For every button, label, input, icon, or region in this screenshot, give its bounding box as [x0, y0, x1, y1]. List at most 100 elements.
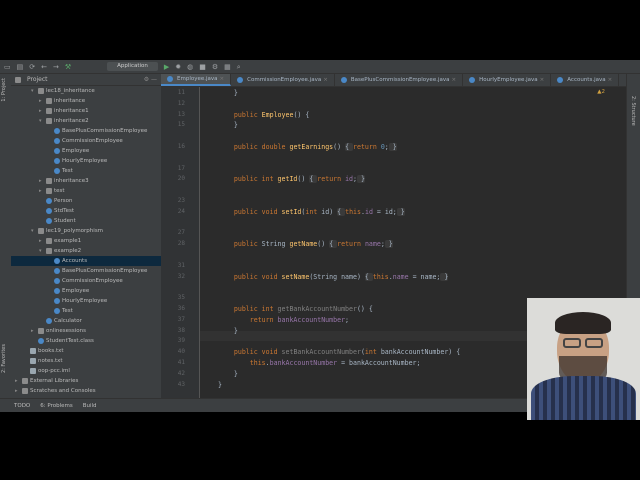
project-structure-icon[interactable]: ▦	[224, 63, 231, 71]
structure-tool-tab[interactable]: 2: Structure	[630, 96, 636, 126]
problems-tab[interactable]: 6: Problems	[40, 403, 72, 409]
close-icon[interactable]: ×	[451, 74, 456, 86]
editor-tab[interactable]: CommissionEmployee.java ×	[231, 74, 335, 86]
editor-tab[interactable]: Employee.java ×	[161, 73, 232, 86]
tree-item[interactable]: HourlyEmployee	[11, 296, 161, 306]
project-tool-tab[interactable]: 1: Project	[1, 78, 7, 102]
tree-item[interactable]: ▸ inheritance3	[11, 176, 161, 186]
folder-icon	[46, 97, 52, 104]
editor-tab[interactable]: Accounts.java ×	[551, 74, 620, 86]
tree-item[interactable]: ▸ example1	[11, 236, 161, 246]
tree-item[interactable]: ▸ inheritance1	[11, 106, 161, 116]
code-line: public double getEarnings() { return 0; …	[218, 143, 397, 151]
todo-tab[interactable]: TODO	[14, 403, 30, 409]
editor-tab-label: Employee.java	[177, 76, 218, 82]
tree-item[interactable]: ▸ onlinesessions	[11, 326, 161, 336]
chevron-right-icon[interactable]: ▸	[15, 376, 22, 386]
chevron-right-icon[interactable]: ▸	[31, 326, 38, 336]
chevron-right-icon[interactable]: ▸	[39, 106, 46, 116]
chevron-right-icon[interactable]: ▸	[15, 386, 22, 396]
stop-icon[interactable]: ■	[199, 63, 206, 71]
tree-item-label: BasePlusCommissionEmployee	[62, 128, 148, 134]
tree-item-label: example2	[54, 248, 82, 254]
tree-item[interactable]: StudentTest.class	[11, 336, 161, 346]
tree-item[interactable]: Test	[11, 306, 161, 316]
code-token: ;	[345, 315, 350, 324]
close-icon[interactable]: ×	[323, 74, 328, 86]
search-icon[interactable]: ⌕	[237, 63, 241, 71]
tree-item[interactable]: Student	[11, 216, 161, 226]
code-token: this	[218, 359, 266, 367]
code-token: }	[218, 121, 238, 130]
code-token: = id;	[372, 207, 397, 216]
folder-icon	[22, 387, 28, 394]
editor-tab[interactable]: BasePlusCommissionEmployee.java ×	[335, 74, 464, 86]
tree-item[interactable]: CommissionEmployee	[11, 276, 161, 286]
code-line: public void setName(String name) { this.…	[218, 272, 449, 281]
chevron-right-icon[interactable]: ▸	[39, 186, 46, 196]
chevron-down-icon[interactable]: ▾	[31, 226, 38, 236]
coverage-icon[interactable]: ◍	[187, 63, 193, 71]
tree-item[interactable]: CommissionEmployee	[11, 136, 161, 146]
tree-item[interactable]: books.txt	[11, 346, 161, 356]
tree-item[interactable]: ▸ inheritance	[11, 96, 161, 106]
folder-icon	[46, 117, 52, 124]
favorites-tool-tab[interactable]: 2: Favorites	[1, 344, 7, 373]
warnings-indicator[interactable]: ▲2	[597, 89, 605, 95]
code-token: }	[218, 89, 238, 97]
tree-item[interactable]: Employee	[11, 286, 161, 296]
panel-options-icon[interactable]: ⚙ —	[144, 76, 157, 83]
forward-arrow-icon[interactable]: →	[53, 63, 59, 71]
tree-item[interactable]: ▾ lec19_polymorphism	[11, 226, 161, 236]
tree-item[interactable]: Test	[11, 166, 161, 176]
chevron-down-icon[interactable]: ▾	[39, 116, 46, 126]
java-class-icon	[54, 267, 60, 274]
build-tab[interactable]: Build	[83, 403, 97, 409]
tree-item[interactable]: ▾ inheritance2	[11, 116, 161, 126]
tree-item[interactable]: ▸ Scratches and Consoles	[11, 386, 161, 396]
glasses-right-lens	[585, 338, 603, 348]
run-configuration-select[interactable]: Application	[107, 62, 158, 71]
chevron-right-icon[interactable]: ▸	[39, 176, 46, 186]
tree-item[interactable]: ▾ example2	[11, 246, 161, 256]
java-class-icon	[557, 77, 564, 83]
text-file-icon	[30, 357, 36, 364]
tree-item-label: CommissionEmployee	[62, 278, 123, 284]
tree-item[interactable]: Accounts	[11, 256, 161, 266]
tree-item[interactable]: Person	[11, 196, 161, 206]
tree-item[interactable]: ▾ lec18_inheritance	[11, 86, 161, 96]
editor-tab[interactable]: HourlyEmployee.java ×	[463, 74, 552, 86]
save-icon[interactable]: ▤	[17, 63, 24, 71]
code-token: {	[329, 240, 338, 249]
tree-item-label: lec18_inheritance	[46, 88, 95, 94]
project-panel-title[interactable]: Project	[27, 76, 48, 83]
build-hammer-icon[interactable]: ⚒	[65, 63, 71, 71]
close-icon[interactable]: ×	[608, 74, 613, 86]
line-number: 23	[177, 197, 185, 204]
tree-item[interactable]: Calculator	[11, 316, 161, 326]
sync-icon[interactable]: ⟳	[29, 63, 35, 71]
tree-item[interactable]: ▸ test	[11, 186, 161, 196]
tree-item[interactable]: HourlyEmployee	[11, 156, 161, 166]
tree-item[interactable]: StdTest	[11, 206, 161, 216]
chevron-right-icon[interactable]: ▸	[39, 96, 46, 106]
tree-item[interactable]: oop-pcc.iml	[11, 366, 161, 376]
chevron-down-icon[interactable]: ▾	[39, 246, 46, 256]
tree-item[interactable]: BasePlusCommissionEmployee	[11, 126, 161, 136]
java-class-icon	[237, 77, 244, 83]
close-icon[interactable]: ×	[540, 74, 545, 86]
back-arrow-icon[interactable]: ←	[41, 63, 47, 71]
open-folder-icon[interactable]: ▭	[4, 63, 11, 71]
close-icon[interactable]: ×	[220, 73, 225, 85]
chevron-right-icon[interactable]: ▸	[39, 236, 46, 246]
settings-wrench-icon[interactable]: ⚙	[212, 63, 218, 71]
chevron-down-icon[interactable]: ▾	[31, 86, 38, 96]
line-number: 12	[177, 99, 185, 107]
tree-item[interactable]: Employee	[11, 146, 161, 156]
tree-item[interactable]: ▸ External Libraries	[11, 376, 161, 386]
debug-icon[interactable]: ✹	[175, 63, 181, 71]
tree-item[interactable]: notes.txt	[11, 356, 161, 366]
tree-item[interactable]: BasePlusCommissionEmployee	[11, 266, 161, 276]
tree-item-label: books.txt	[38, 348, 64, 354]
run-icon[interactable]: ▶	[164, 63, 169, 71]
